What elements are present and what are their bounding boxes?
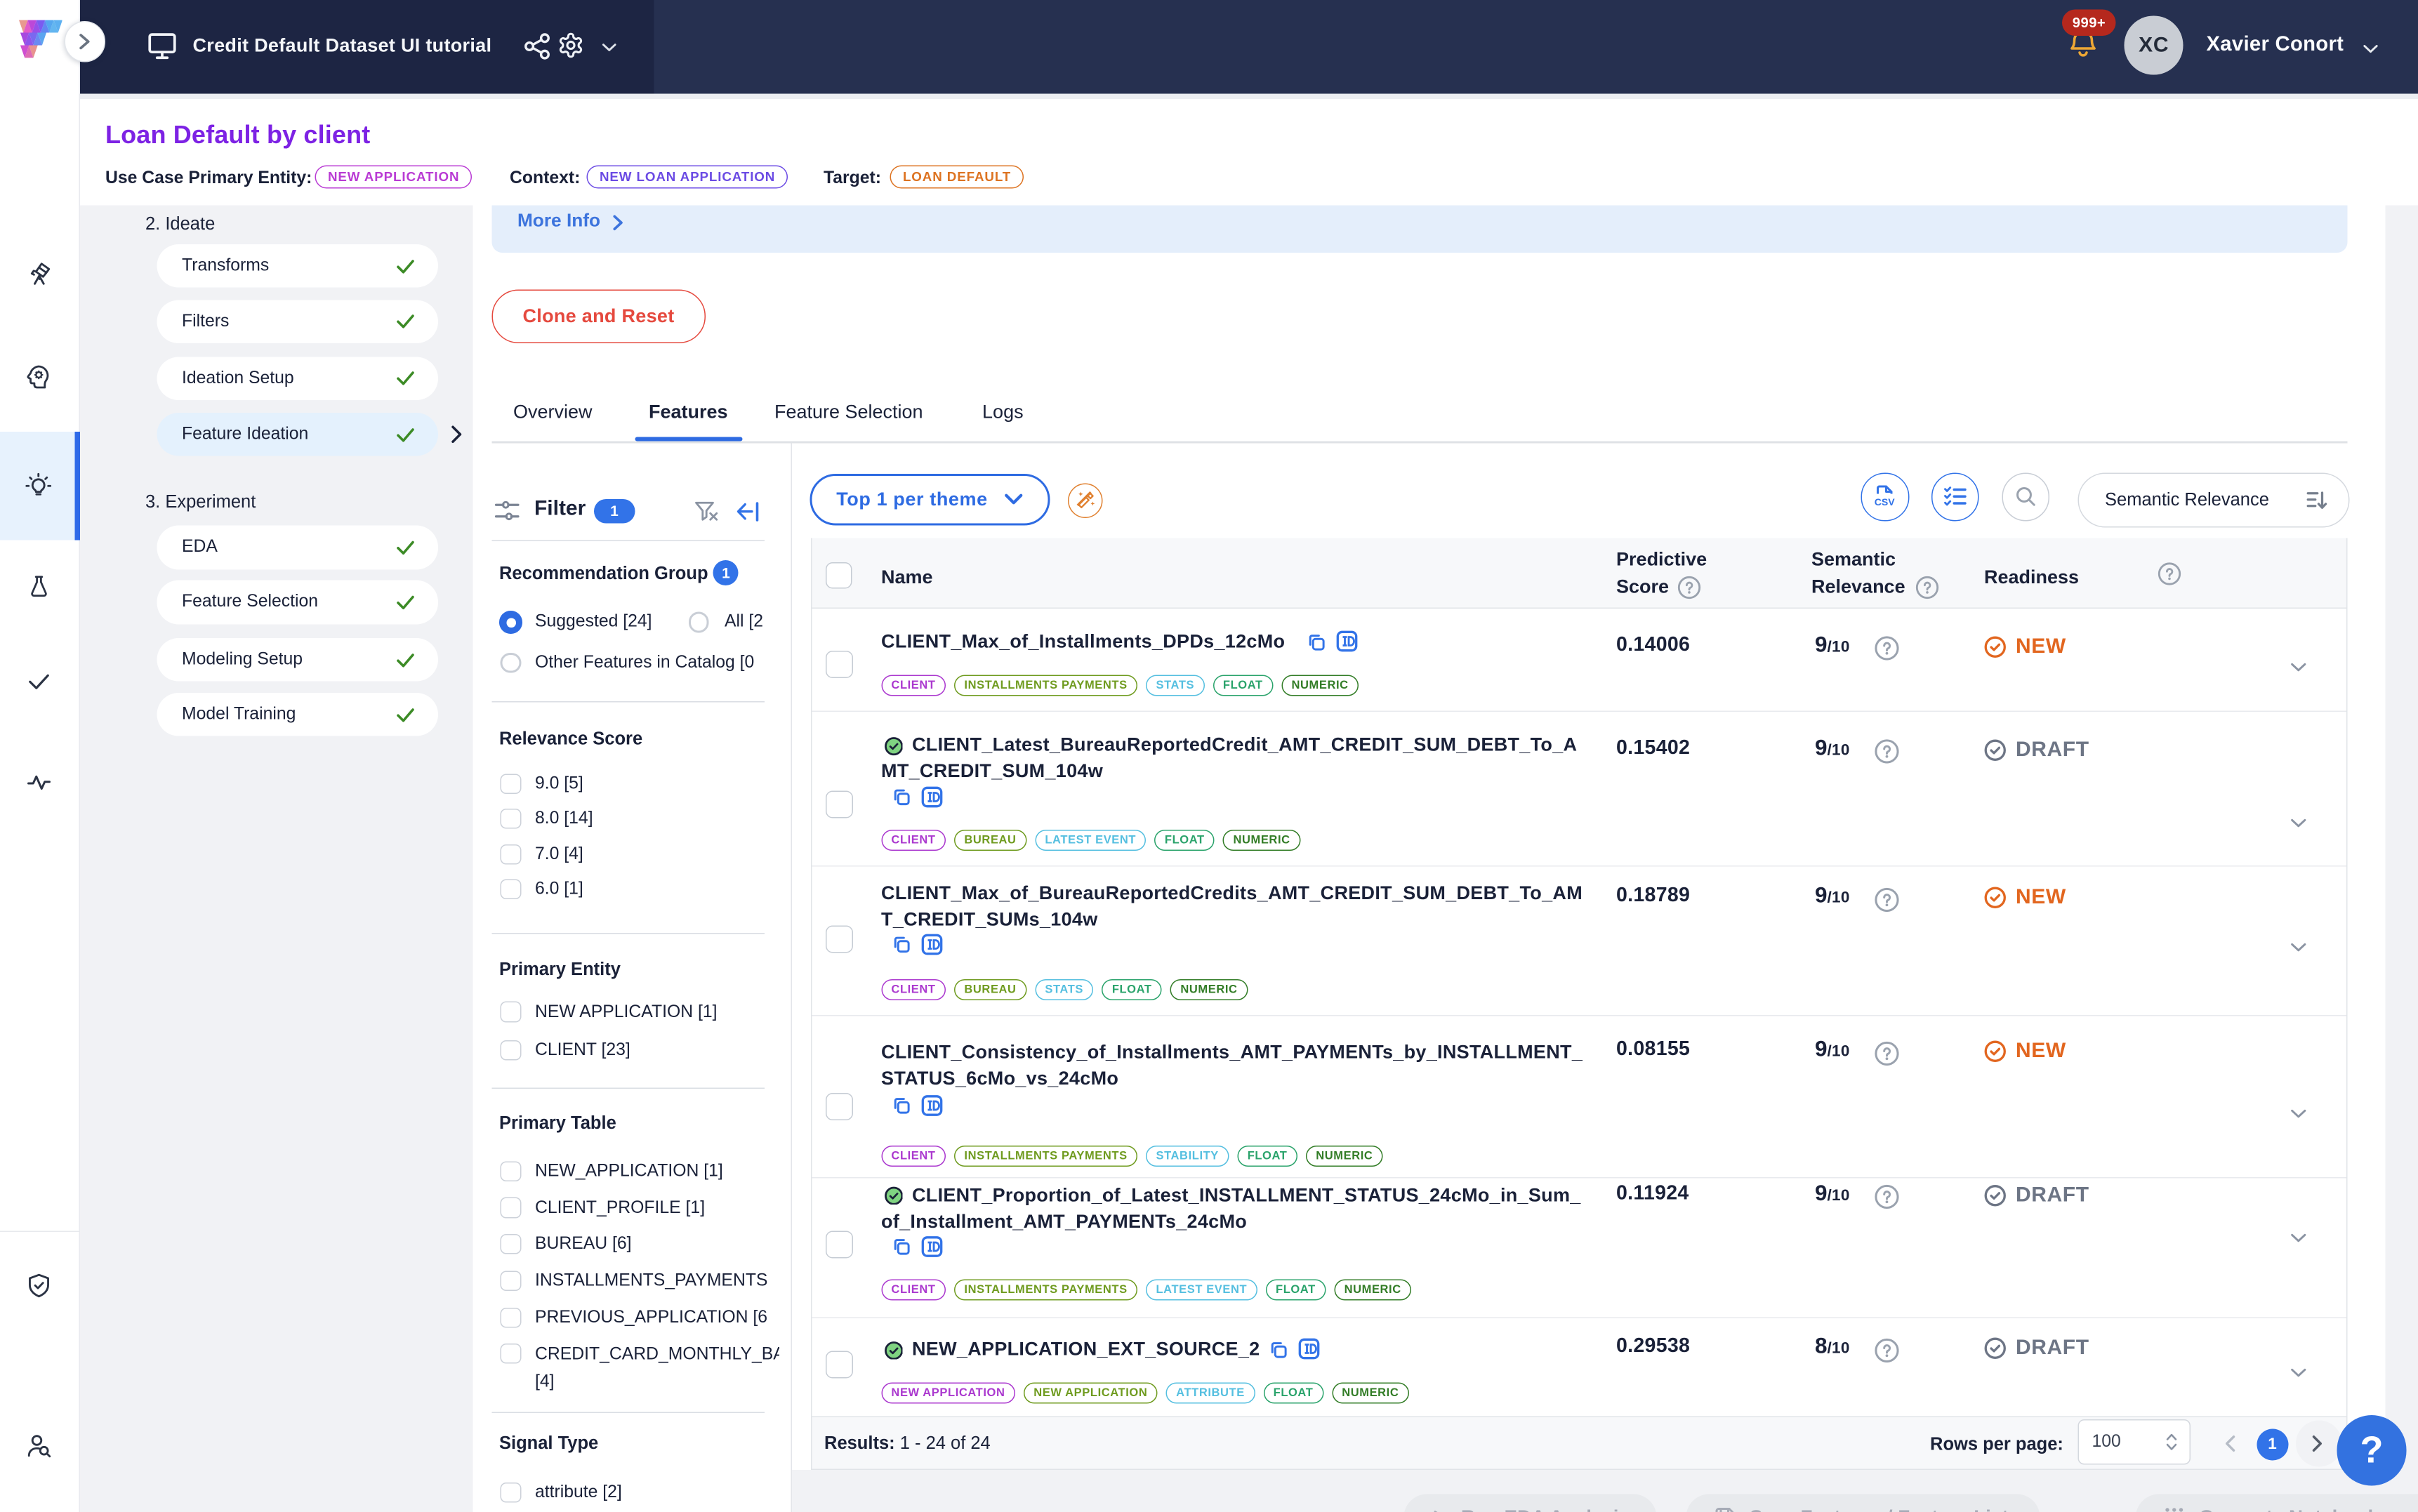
svg-text:CSV: CSV [1875,497,1896,508]
